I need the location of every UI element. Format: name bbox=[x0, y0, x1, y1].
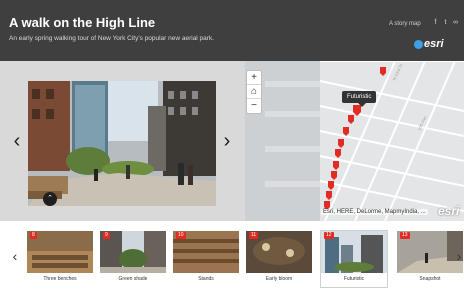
map-attribution: Esri, HERE, DeLorme, MapmyIndia, ... bbox=[321, 209, 428, 215]
street-map: W 23rd St 10th Ave bbox=[245, 61, 464, 221]
thumbnail-caption: Green shade bbox=[118, 276, 148, 282]
thumbnail-caption: Futuristic bbox=[343, 276, 365, 282]
carousel-prev-button[interactable]: ‹ bbox=[10, 248, 20, 264]
app-header: A walk on the High Line An early spring … bbox=[0, 0, 464, 61]
carousel-next-button[interactable]: › bbox=[454, 248, 464, 264]
map-esri-watermark: esri bbox=[438, 204, 460, 218]
thumbnail-caption: Three benches bbox=[43, 276, 77, 282]
esri-globe-icon bbox=[414, 40, 423, 49]
facebook-icon[interactable]: f bbox=[432, 19, 439, 26]
thumbnail-number: 13 bbox=[400, 232, 410, 239]
expand-caption-icon[interactable]: ⌃ bbox=[43, 192, 57, 206]
thumbnail-caption: Stands bbox=[198, 276, 214, 282]
thumbnail-number: 8 bbox=[30, 232, 37, 239]
carousel-item-active[interactable]: 12 Futuristic bbox=[321, 231, 387, 287]
esri-logo[interactable]: esri bbox=[424, 38, 444, 50]
carousel-item[interactable]: 9 Green shade bbox=[100, 231, 166, 287]
minus-icon[interactable]: − bbox=[247, 99, 261, 113]
next-button[interactable]: › bbox=[221, 131, 233, 151]
story-subtitle: An early spring walking tour of New York… bbox=[9, 35, 215, 42]
thumbnail-number: 10 bbox=[176, 232, 186, 239]
home-icon[interactable]: ⌂ bbox=[247, 85, 261, 99]
thumbnail-number: 9 bbox=[103, 232, 110, 239]
story-map-link[interactable]: A story map bbox=[389, 21, 421, 27]
carousel-item[interactable]: 10 Stands bbox=[173, 231, 239, 287]
link-icon[interactable]: ∞ bbox=[452, 19, 459, 26]
thumbnail-image bbox=[27, 231, 93, 273]
thumbnail-caption: Snapshot bbox=[419, 276, 441, 282]
thumbnail-image bbox=[100, 231, 166, 273]
story-title: A walk on the High Line bbox=[9, 15, 156, 30]
thumbnail-caption: Early bloom bbox=[265, 276, 293, 282]
media-viewer: ‹ ⌃ › bbox=[0, 61, 245, 221]
high-line-photo bbox=[28, 81, 216, 206]
map-panel[interactable]: W 23rd St 10th Ave + ⌂ − Futuristic Esri… bbox=[245, 61, 464, 221]
main-photo bbox=[28, 81, 216, 206]
carousel-item[interactable]: 11 Early bloom bbox=[246, 231, 312, 287]
marker-tooltip: Futuristic bbox=[342, 91, 377, 107]
share-bar: f t ∞ bbox=[432, 19, 459, 26]
previous-button[interactable]: ‹ bbox=[11, 131, 23, 151]
thumbnail-number: 12 bbox=[324, 232, 334, 239]
zoom-controls: + ⌂ − bbox=[246, 70, 262, 114]
plus-icon[interactable]: + bbox=[247, 71, 261, 85]
thumbnail-number: 11 bbox=[249, 232, 259, 239]
carousel-item[interactable]: 8 Three benches bbox=[27, 231, 93, 287]
twitter-icon[interactable]: t bbox=[442, 19, 449, 26]
thumbnail-carousel: ‹ 8 Three benches 9 Green shade 10 Stand… bbox=[0, 221, 464, 291]
